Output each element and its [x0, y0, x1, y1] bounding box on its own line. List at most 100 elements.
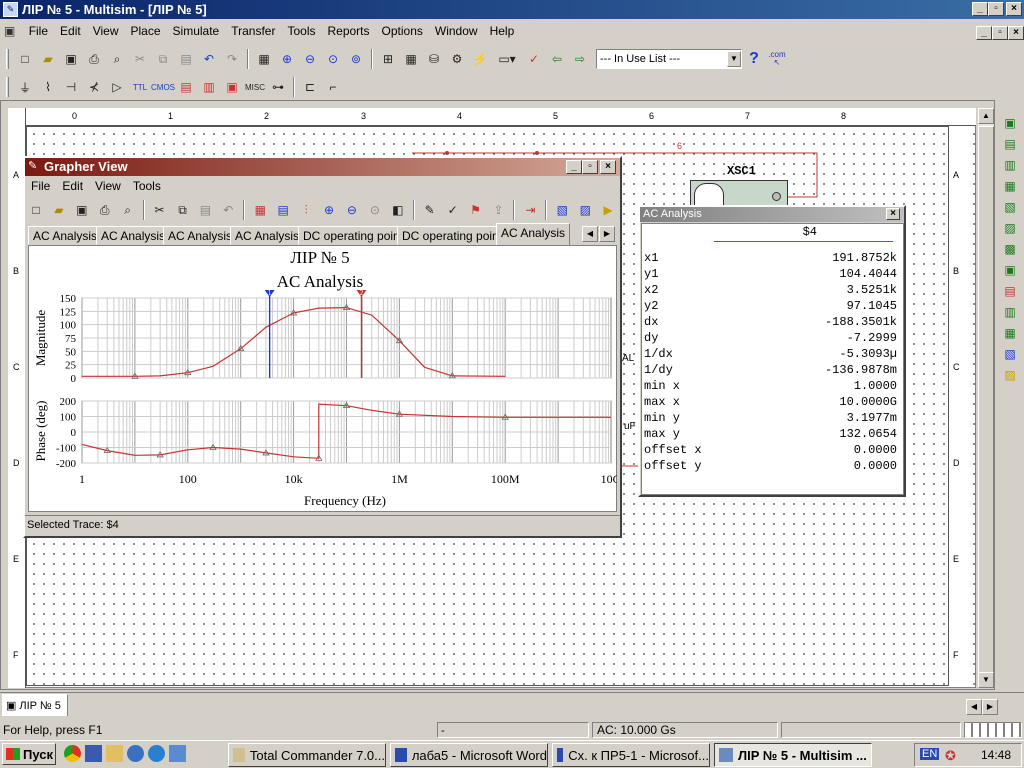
zoom-area-icon[interactable]: ⊙	[322, 48, 344, 70]
doc-icon[interactable]: ▣	[0, 21, 19, 41]
mathcad-icon[interactable]: ▨	[574, 199, 596, 221]
agilent-icon[interactable]: ▨	[999, 366, 1021, 384]
function-generator-icon[interactable]: ▤	[999, 135, 1021, 153]
erc-icon[interactable]: ✓	[523, 48, 545, 70]
save-icon[interactable]: ▣	[71, 199, 93, 221]
menu-simulate[interactable]: Simulate	[167, 21, 226, 41]
rf-icon[interactable]: ⊶	[267, 76, 289, 98]
scroll-down-button[interactable]: ▼	[978, 672, 994, 688]
zoom-in-icon[interactable]: ⊕	[318, 199, 340, 221]
close-button[interactable]: ×	[1006, 2, 1022, 16]
start-button[interactable]: Пуск	[2, 743, 56, 765]
export-excel-icon[interactable]: ⇥	[519, 199, 541, 221]
save-icon[interactable]: ▣	[60, 48, 82, 70]
scroll-thumb[interactable]	[978, 126, 994, 676]
logic-converter-icon[interactable]: ▣	[999, 261, 1021, 279]
menu-help[interactable]: Help	[484, 21, 521, 41]
postprocessor-icon[interactable]: ▧	[551, 199, 573, 221]
taskbar-item-word-2[interactable]: Сх. к ПР5-1 - Microsof...	[552, 743, 710, 767]
document-tab[interactable]: ▣ ЛIP № 5	[2, 694, 68, 716]
menu-window[interactable]: Window	[429, 21, 484, 41]
database-icon[interactable]: ⛁	[423, 48, 445, 70]
scroll-left-button[interactable]: ◀	[966, 699, 982, 715]
print-icon[interactable]: ⎙	[83, 48, 105, 70]
logic-analyzer-icon[interactable]: ▩	[999, 240, 1021, 258]
zoom-fit-icon[interactable]: ⊚	[345, 48, 367, 70]
analog-icon[interactable]: ▷	[106, 76, 128, 98]
bus-icon[interactable]: ⊏	[299, 76, 321, 98]
menu-place[interactable]: Place	[125, 21, 167, 41]
language-indicator[interactable]: EN	[920, 748, 940, 760]
new-file-icon[interactable]: □	[14, 48, 36, 70]
menu-transfer[interactable]: Transfer	[225, 21, 281, 41]
word-generator-icon[interactable]: ▨	[999, 219, 1021, 237]
paste-icon[interactable]: ▤	[194, 199, 216, 221]
tab-ac-analysis-1[interactable]: AC Analysis	[28, 226, 103, 245]
save-disk-icon[interactable]	[85, 745, 102, 762]
misc-icon[interactable]: MISC	[244, 76, 266, 98]
grapher-menu-view[interactable]: View	[89, 176, 127, 196]
menu-reports[interactable]: Reports	[321, 21, 375, 41]
vertical-scrollbar[interactable]: ▲ ▼	[978, 108, 994, 688]
distortion-analyzer-icon[interactable]: ▤	[999, 282, 1021, 300]
grapher-menu-file[interactable]: File	[25, 176, 56, 196]
zoom-full-icon[interactable]: ⊙	[364, 199, 386, 221]
undo-icon[interactable]: ↶	[217, 199, 239, 221]
undo-icon[interactable]: ↶	[198, 48, 220, 70]
indicator-icon[interactable]: ▣	[221, 76, 243, 98]
network-analyzer-icon[interactable]: ▦	[999, 324, 1021, 342]
maximize-button[interactable]: ▫	[988, 2, 1004, 16]
zoom-out-icon[interactable]: ⊖	[299, 48, 321, 70]
copy-icon[interactable]: ⧉	[172, 199, 194, 221]
tab-ac-analysis-active[interactable]: AC Analysis	[496, 223, 571, 245]
grapher-minimize-button[interactable]: _	[566, 160, 582, 174]
grid-icon[interactable]: ▦	[249, 199, 271, 221]
bode-plotter-icon[interactable]: ▧	[999, 198, 1021, 216]
cut-icon[interactable]: ✂	[129, 48, 151, 70]
cursors-icon[interactable]: ⫶	[295, 199, 317, 221]
paste-icon[interactable]: ▤	[175, 48, 197, 70]
doc-close-button[interactable]: ×	[1008, 26, 1024, 40]
chrome-icon[interactable]	[64, 745, 81, 762]
wattmeter-icon[interactable]: ▥	[999, 156, 1021, 174]
back-annotate-icon[interactable]: ⇦	[546, 48, 568, 70]
grapher-close-button[interactable]: ×	[600, 160, 616, 174]
export-icon[interactable]: ⇪	[488, 199, 510, 221]
taskbar-item-multisim[interactable]: ЛIP № 5 - Multisim ...	[714, 743, 872, 767]
component-wizard-icon[interactable]: ⚙	[446, 48, 468, 70]
doc-restore-button[interactable]: ▫	[992, 26, 1008, 40]
menu-tools[interactable]: Tools	[281, 21, 321, 41]
tab-scroll-left-button[interactable]: ◀	[582, 226, 598, 242]
open-folder-icon[interactable]: ▰	[48, 199, 70, 221]
tab-ac-analysis-2[interactable]: AC Analysis	[96, 226, 171, 245]
grapher-menu-edit[interactable]: Edit	[56, 176, 89, 196]
spectrum-analyzer-icon[interactable]: ▥	[999, 303, 1021, 321]
grapher-menu-tools[interactable]: Tools	[127, 176, 167, 196]
menu-view[interactable]: View	[87, 21, 125, 41]
print-preview-icon[interactable]: ⌕	[106, 48, 128, 70]
internet-explorer-icon[interactable]	[148, 745, 165, 762]
full-screen-icon[interactable]: ▦	[253, 48, 275, 70]
taskbar-item-word-1[interactable]: лаба5 - Microsoft Word	[390, 743, 548, 767]
print-icon[interactable]: ⎙	[94, 199, 116, 221]
transistor-icon[interactable]: ⊀	[83, 76, 105, 98]
web-link-icon[interactable]: .com ↖	[766, 48, 788, 70]
scroll-up-button[interactable]: ▲	[978, 108, 994, 124]
oscilloscope-icon[interactable]: ▦	[999, 177, 1021, 195]
cut-icon[interactable]: ✂	[149, 199, 171, 221]
tab-dc-operating-point-2[interactable]: DC operating point	[397, 226, 508, 245]
media-player-icon[interactable]	[127, 745, 144, 762]
scroll-right-button[interactable]: ▶	[982, 699, 998, 715]
select-marks-icon[interactable]: ⚑	[465, 199, 487, 221]
grapher-title-bar[interactable]: ✎ Grapher View	[25, 158, 620, 176]
menu-edit[interactable]: Edit	[54, 21, 87, 41]
zoom-out-icon[interactable]: ⊖	[341, 199, 363, 221]
tab-dc-operating-point-1[interactable]: DC operating point	[298, 226, 409, 245]
hierarchy-icon[interactable]: ⊞	[377, 48, 399, 70]
print-preview-icon[interactable]: ⌕	[117, 199, 139, 221]
tab-ac-analysis-4[interactable]: AC Analysis	[230, 226, 305, 245]
minimize-button[interactable]: _	[972, 2, 988, 16]
ac-panel-close-button[interactable]: ×	[886, 208, 900, 220]
zoom-in-icon[interactable]: ⊕	[276, 48, 298, 70]
doc-minimize-button[interactable]: _	[976, 26, 992, 40]
